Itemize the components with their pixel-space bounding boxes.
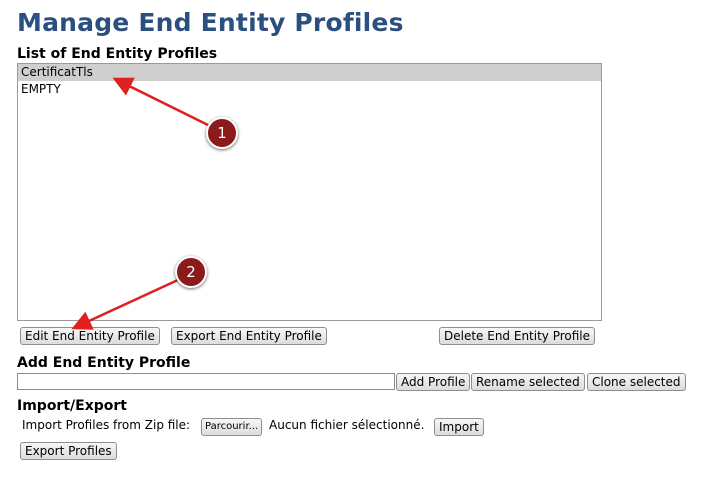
callout-badge-1: 1: [206, 117, 238, 149]
arrow-2: [71, 277, 181, 330]
callout-badge-2: 2: [175, 256, 207, 288]
annotation-arrows: [71, 77, 211, 330]
arrow-1: [112, 77, 211, 128]
